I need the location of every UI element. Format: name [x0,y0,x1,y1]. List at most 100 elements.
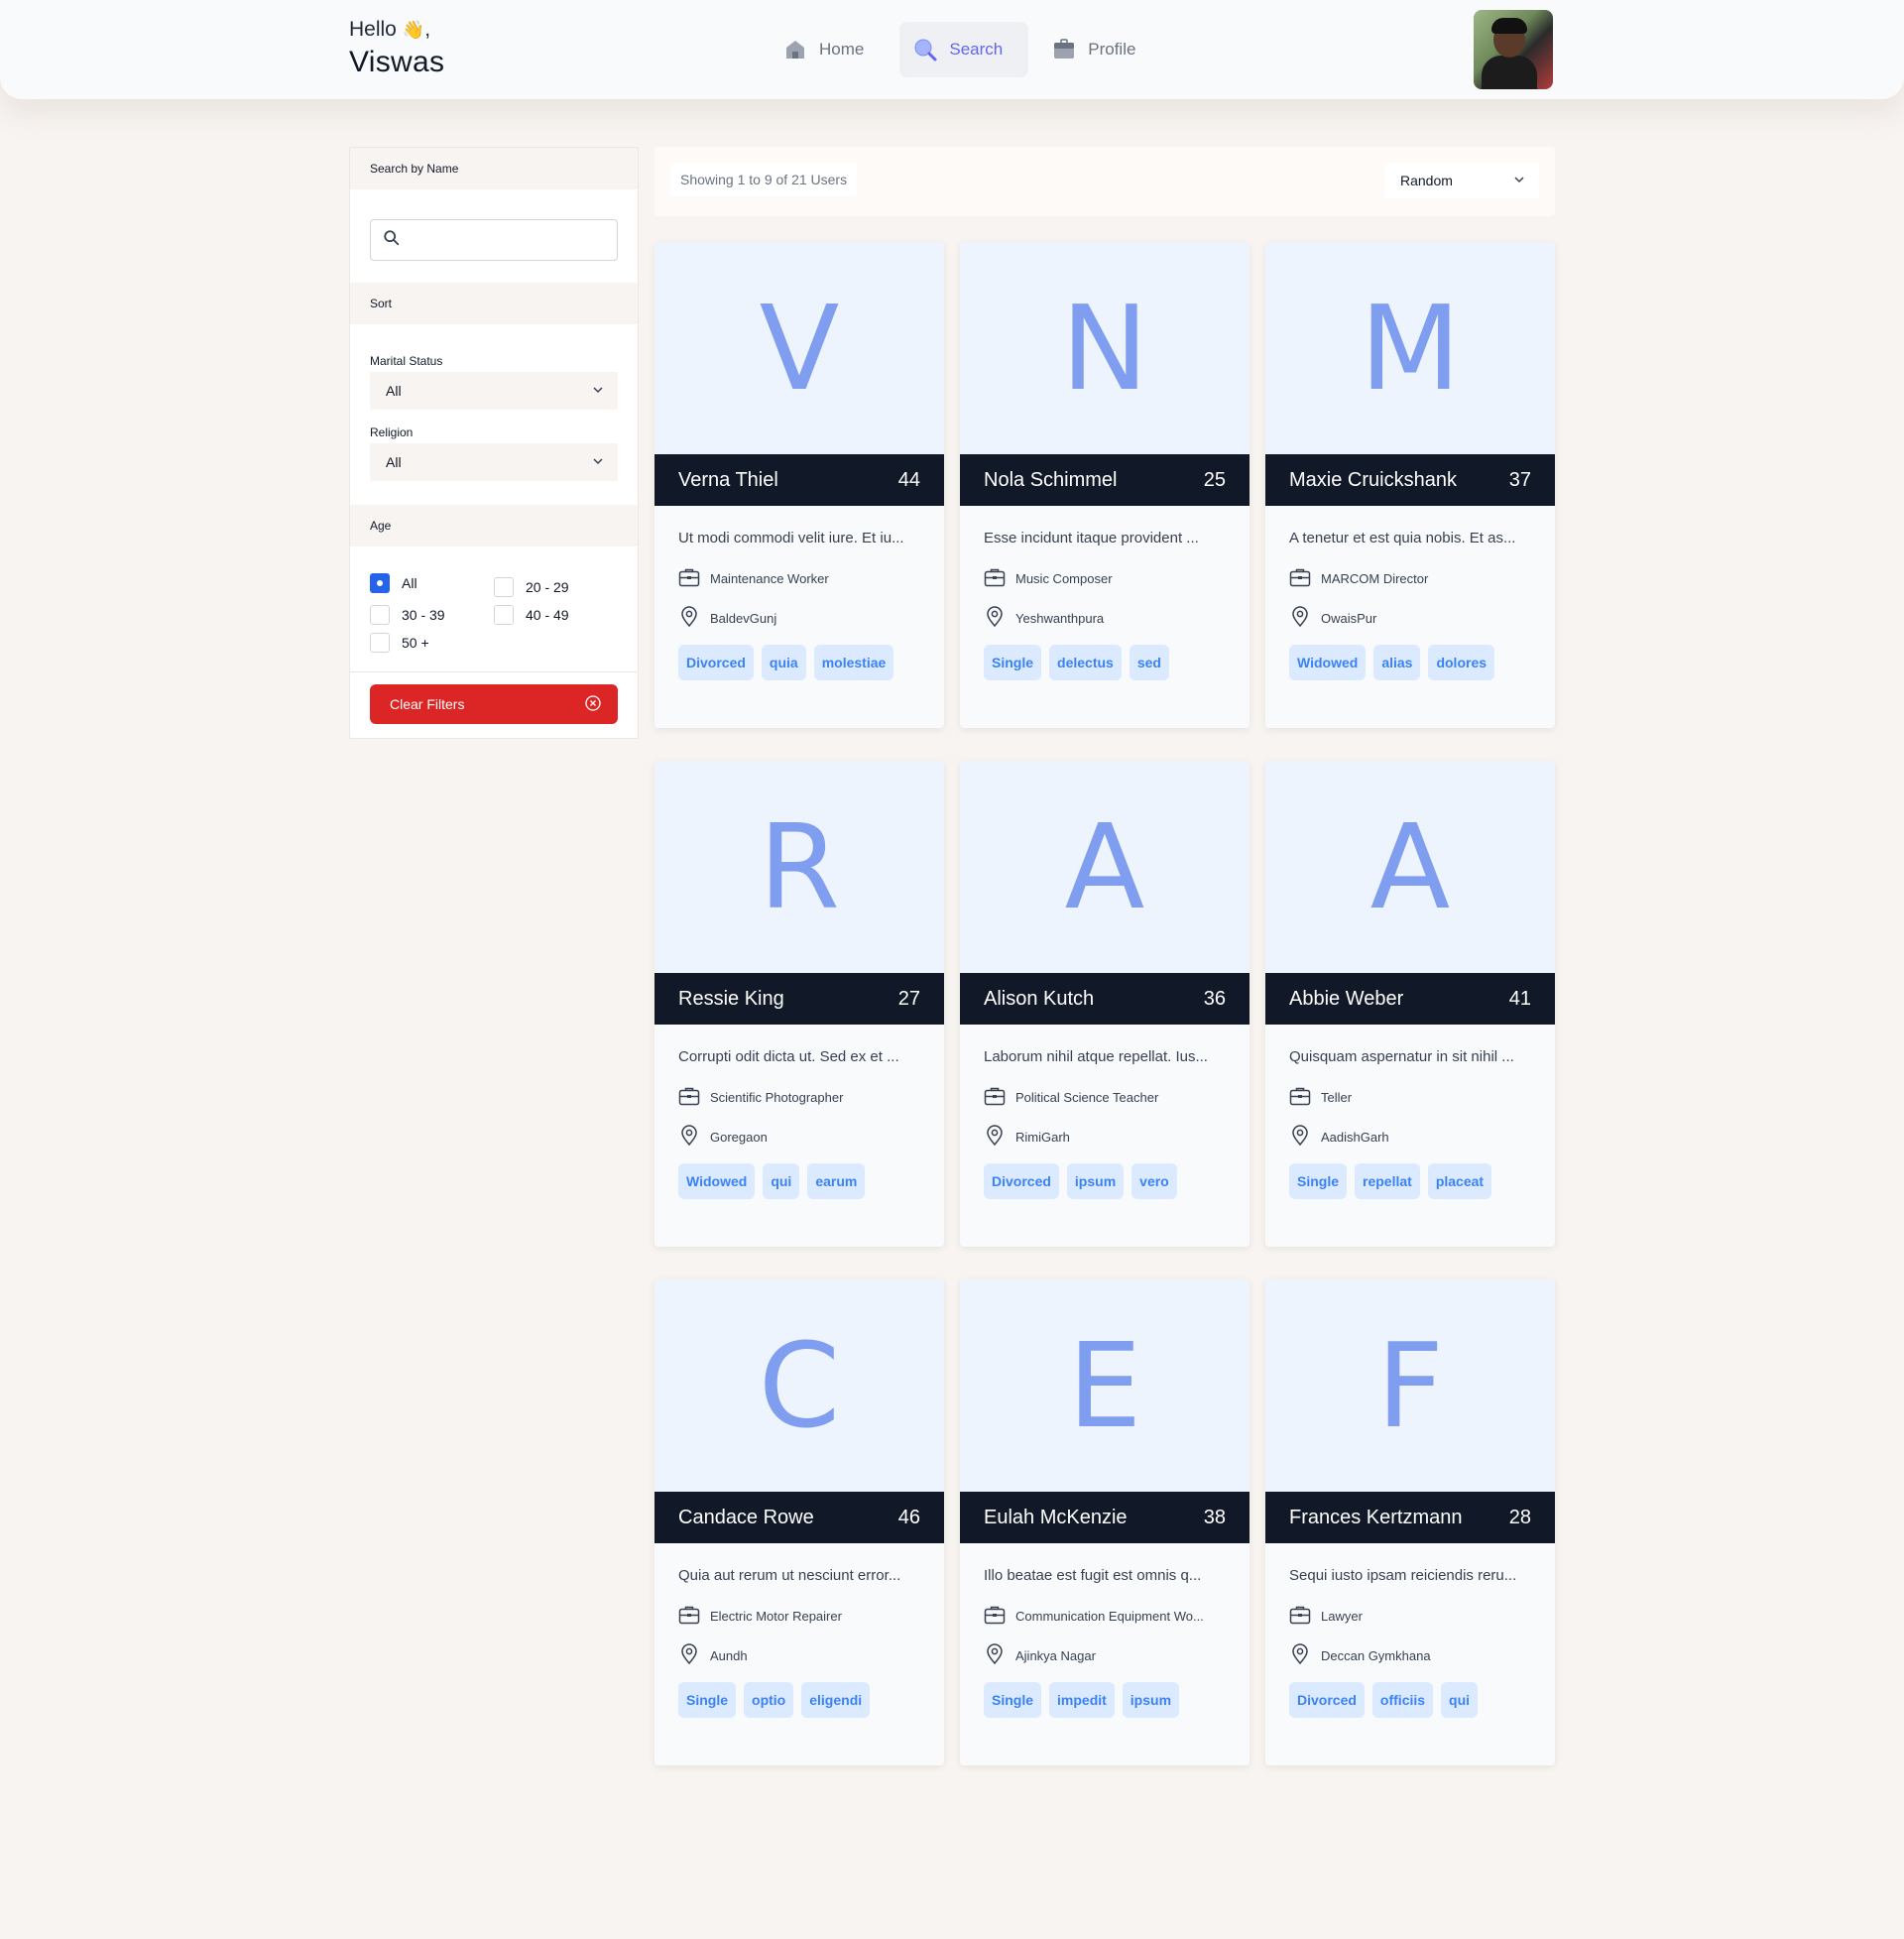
occupation-row: Scientific Photographer [678,1086,920,1108]
marital-status-select[interactable]: All [370,372,618,410]
age-option-label: 20 - 29 [526,579,569,595]
age-option-20-29[interactable]: 20 - 29 [494,576,618,598]
user-location: Aundh [710,1647,748,1663]
results-count: Showing 1 to 9 of 21 Users [670,163,858,196]
user-initial: R [759,798,840,935]
user-card[interactable]: N Nola Schimmel 25 Esse incidunt itaque … [960,242,1250,728]
user-occupation: Maintenance Worker [710,570,829,586]
user-name: Candace Rowe [678,1506,814,1528]
tag-list: Single impedit ipsum [984,1682,1226,1718]
home-icon [783,38,807,61]
card-initial-panel: C [654,1279,944,1492]
sort-order-select[interactable]: Random [1384,163,1539,198]
user-card[interactable]: E Eulah McKenzie 38 Illo beatae est fugi… [960,1279,1250,1765]
user-card[interactable]: C Candace Rowe 46 Quia aut rerum ut nesc… [654,1279,944,1765]
age-checkbox[interactable] [494,605,514,625]
card-initial-panel: V [654,242,944,454]
age-option-label: 30 - 39 [402,607,445,623]
age-options: All 20 - 29 30 - 39 40 - 49 50 + [370,572,618,654]
age-option-30-39[interactable]: 30 - 39 [370,604,494,626]
user-name: Frances Kertzmann [1289,1506,1463,1528]
tag-chip[interactable]: alias [1373,645,1421,680]
tag-chip[interactable]: qui [763,1163,800,1199]
tag-chip[interactable]: Divorced [984,1163,1059,1199]
location-row: OwaisPur [1289,605,1531,631]
tag-chip[interactable]: Single [678,1682,737,1718]
user-card[interactable]: A Abbie Weber 41 Quisquam aspernatur in … [1265,761,1555,1247]
close-circle-icon [584,694,602,715]
tag-chip[interactable]: optio [744,1682,794,1718]
user-initial: A [1064,798,1145,935]
tag-chip[interactable]: delectus [1049,645,1122,680]
nav-profile[interactable]: Profile [1038,22,1161,77]
tag-chip[interactable]: sed [1129,645,1169,680]
tag-chip[interactable]: placeat [1427,1163,1492,1199]
religion-label: Religion [370,425,414,439]
tag-chip[interactable]: Widowed [678,1163,756,1199]
search-icon [913,38,937,61]
tag-chip[interactable]: ipsum [1122,1682,1180,1718]
tag-chip[interactable]: Divorced [678,645,754,680]
user-card[interactable]: V Verna Thiel 44 Ut modi commodi velit i… [654,242,944,728]
tag-chip[interactable]: vero [1131,1163,1177,1199]
age-option-50-plus[interactable]: 50 + [370,632,494,654]
user-initial: F [1376,1317,1444,1454]
user-card[interactable]: A Alison Kutch 36 Laborum nihil atque re… [960,761,1250,1247]
location-row: Yeshwanthpura [984,605,1226,629]
tag-chip[interactable]: earum [807,1163,866,1199]
card-initial-panel: M [1265,242,1555,454]
tag-chip[interactable]: quia [761,645,806,680]
age-checkbox[interactable] [370,633,390,653]
nav-home[interactable]: Home [770,22,890,77]
tag-chip[interactable]: Single [984,1682,1042,1718]
clear-filters-label: Clear Filters [390,696,465,712]
religion-select[interactable]: All [370,443,618,481]
tag-list: Divorced quia molestiae [678,645,920,680]
card-name-bar: Verna Thiel 44 [654,454,944,506]
nav-search[interactable]: Search [899,22,1029,77]
age-option-40-49[interactable]: 40 - 49 [494,604,618,626]
age-checkbox[interactable] [370,605,390,625]
location-row: Deccan Gymkhana [1289,1642,1531,1666]
age-checkbox[interactable] [494,577,514,597]
tag-chip[interactable]: qui [1441,1682,1479,1718]
tag-chip[interactable]: Single [1289,1163,1348,1199]
tag-chip[interactable]: Widowed [1289,645,1367,680]
tag-chip[interactable]: Divorced [1289,1682,1365,1718]
briefcase-icon [1289,1605,1311,1628]
tag-chip[interactable]: ipsum [1066,1163,1125,1199]
card-initial-panel: F [1265,1279,1555,1492]
briefcase-icon [984,1605,1006,1628]
user-location: Deccan Gymkhana [1321,1647,1431,1663]
tag-chip[interactable]: officiis [1371,1682,1434,1718]
user-location: RimiGarh [1015,1129,1070,1145]
user-name: Nola Schimmel [984,468,1118,491]
age-option-label: 40 - 49 [526,607,569,623]
user-age: 37 [1508,468,1531,491]
location-row: Aundh [678,1642,920,1666]
user-card[interactable]: R Ressie King 27 Corrupti odit dicta ut.… [654,761,944,1247]
age-option-label: All [402,575,417,591]
user-card[interactable]: F Frances Kertzmann 28 Sequi iusto ipsam… [1265,1279,1555,1765]
tag-chip[interactable]: Single [984,645,1042,680]
tag-chip[interactable]: eligendi [801,1682,871,1718]
avatar[interactable] [1474,10,1553,89]
location-pin-icon [1289,605,1311,631]
search-input[interactable] [370,219,618,261]
marital-status-label: Marital Status [370,354,443,368]
user-initial: C [758,1317,841,1454]
briefcase-icon [1289,567,1311,590]
tag-chip[interactable]: repellat [1355,1163,1420,1199]
age-option-all[interactable]: All [370,572,494,594]
briefcase-icon [1052,38,1076,61]
tag-chip[interactable]: dolores [1428,645,1495,680]
magnifier-icon [383,229,401,252]
tag-chip[interactable]: molestiae [813,645,894,680]
tag-chip[interactable]: impedit [1049,1682,1115,1718]
user-card[interactable]: M Maxie Cruickshank 37 A tenetur et est … [1265,242,1555,728]
card-initial-panel: N [960,242,1250,454]
clear-filters-button[interactable]: Clear Filters [370,684,618,724]
chevron-down-icon [592,383,604,399]
age-checkbox[interactable] [370,573,390,593]
location-pin-icon [678,605,700,631]
